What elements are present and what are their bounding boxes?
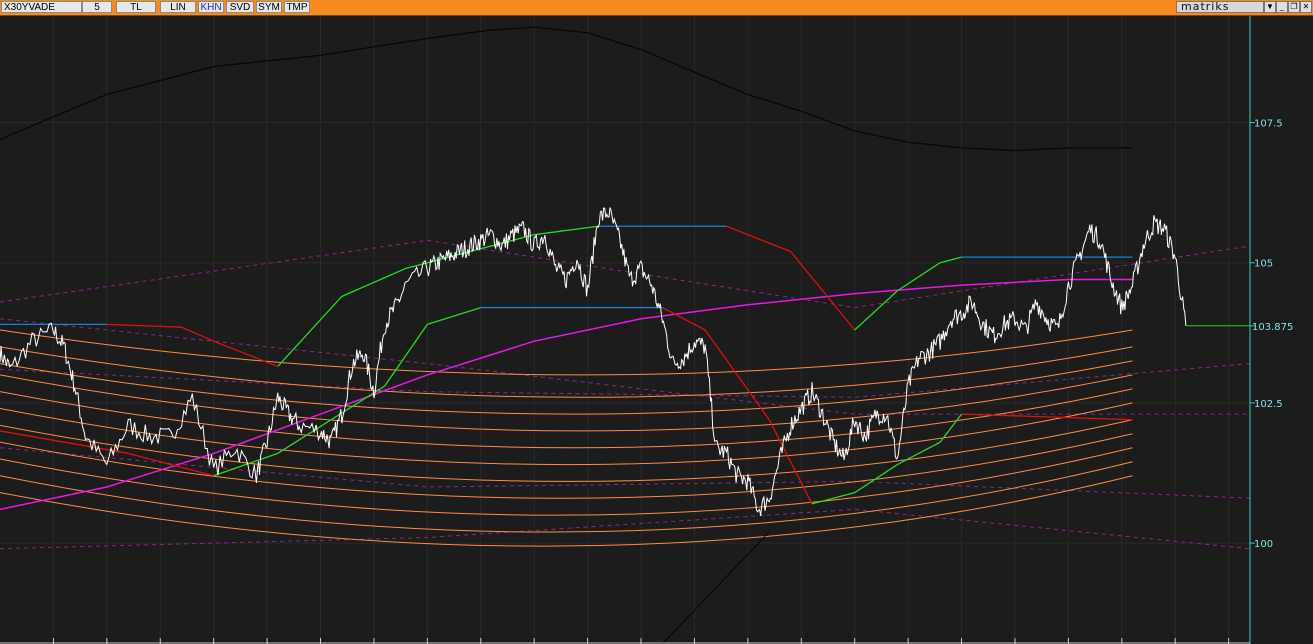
- y-tick-label: 102.5: [1254, 399, 1283, 410]
- price-axis: 100 102.5 105 107.5 103.875: [0, 16, 1293, 644]
- lower-stop-line-segment: [427, 306, 481, 326]
- price-line: [0, 207, 1187, 517]
- price-chart[interactable]: 100 102.5 105 107.5 103.875: [0, 16, 1313, 644]
- symbol-field[interactable]: X30YVADE: [1, 1, 82, 13]
- dashed-trend-line: [0, 318, 1250, 415]
- channel-line: [0, 402, 1133, 466]
- stop-line-segment: [790, 251, 856, 331]
- stop-line-segment: [897, 262, 941, 292]
- tmp-button[interactable]: TMP: [284, 1, 310, 13]
- close-icon[interactable]: ✕: [1300, 1, 1312, 13]
- magenta-curve: [0, 278, 1133, 511]
- y-tick-label: 105: [1254, 259, 1273, 270]
- channel-line: [0, 433, 1133, 499]
- dashed-trend-line: [0, 239, 1251, 309]
- lower-stop-line-segment: [277, 385, 385, 454]
- channel-line: [0, 360, 1133, 415]
- minimize-icon[interactable]: _: [1276, 1, 1288, 13]
- dashed-trend-lines: [0, 239, 1251, 550]
- sym-button[interactable]: SYM: [256, 1, 282, 13]
- channel-line: [0, 475, 1133, 547]
- lower-stop-line-segment: [854, 464, 898, 494]
- stop-line-segment: [854, 290, 898, 331]
- dropdown-icon[interactable]: ▼: [1264, 1, 1276, 13]
- y-tick-label: 100: [1254, 539, 1273, 550]
- currency-selector[interactable]: TL: [116, 1, 156, 13]
- price-series: [0, 207, 1250, 517]
- lower-stop-line-segment: [961, 413, 1133, 421]
- scale-selector[interactable]: LIN: [160, 1, 196, 13]
- black-curve: [0, 26, 1133, 152]
- svd-button[interactable]: SVD: [226, 1, 254, 13]
- last-price-label: 103.875: [1252, 322, 1293, 333]
- indicator-lines: [0, 26, 1133, 644]
- restore-icon[interactable]: ❐: [1288, 1, 1300, 13]
- lower-stop-line-segment: [939, 413, 963, 443]
- stop-line-segment: [726, 225, 791, 253]
- stop-line-segment: [277, 295, 343, 367]
- channel-line: [0, 461, 1133, 533]
- stop-line-segment: [213, 340, 279, 368]
- black-diagonal: [662, 531, 770, 644]
- channel-line: [0, 346, 1133, 398]
- lower-stop-line-segment: [897, 441, 941, 466]
- period-selector[interactable]: 5: [82, 1, 112, 13]
- stop-line-segment: [940, 256, 962, 264]
- y-tick-label: 107.5: [1254, 119, 1283, 130]
- lower-stop-line-segment: [704, 329, 770, 421]
- stop-line-segment: [534, 225, 599, 236]
- stop-line-segment: [181, 326, 214, 342]
- brand-logo: matriks: [1176, 1, 1264, 13]
- dashed-trend-line: [0, 363, 1251, 398]
- khn-button[interactable]: KHN: [198, 1, 224, 13]
- chart-toolbar: X30YVADE 5 TL LIN KHN SVD SYM TMP matrik…: [0, 0, 1313, 16]
- channel-line: [0, 419, 1133, 482]
- stop-line-segment: [106, 323, 182, 328]
- orange-channel-lines: [0, 329, 1133, 547]
